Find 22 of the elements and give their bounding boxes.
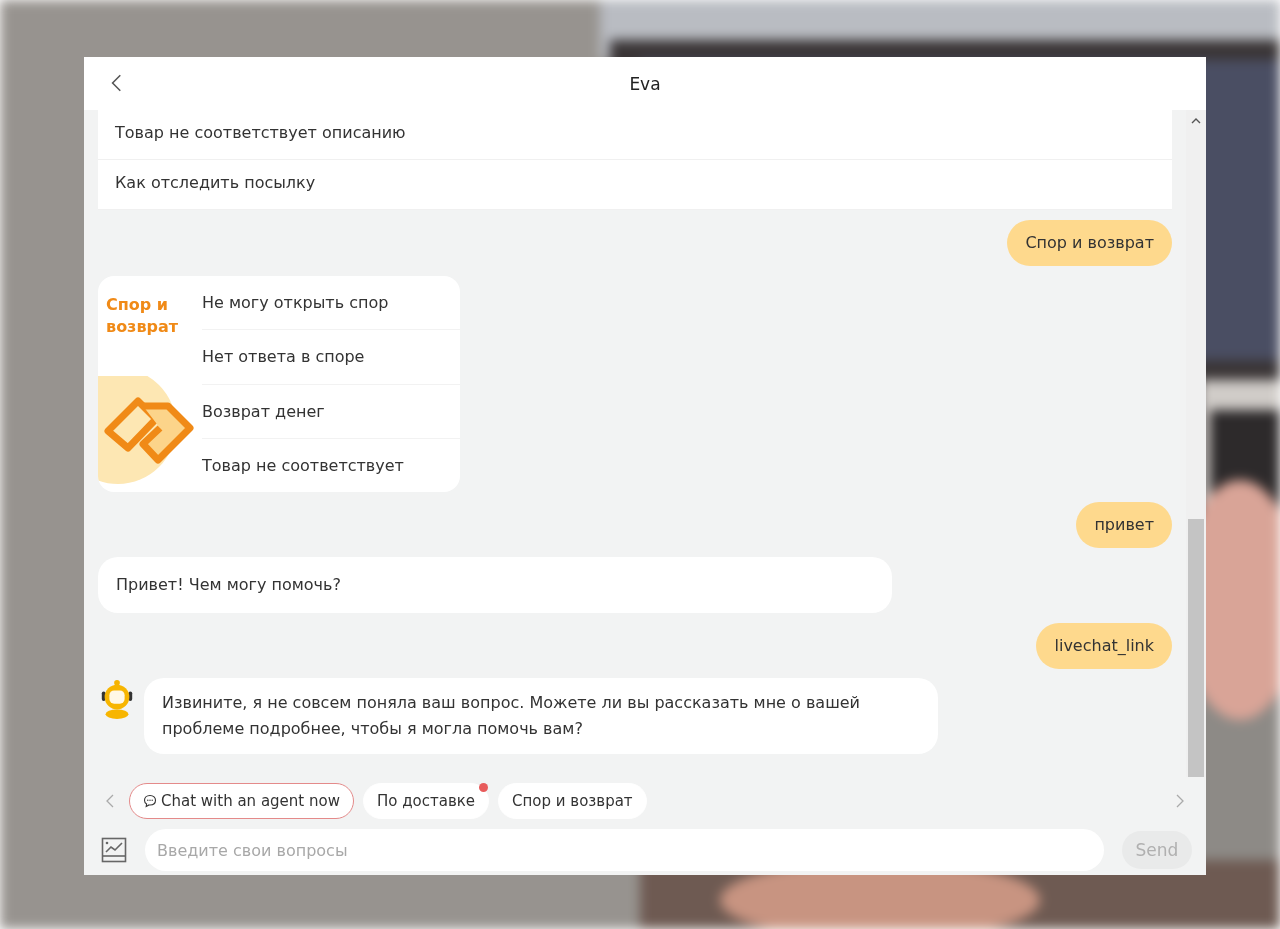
window-title: Eva: [629, 73, 661, 94]
card-title: Спор и возврат: [106, 294, 180, 338]
scroll-up-icon[interactable]: [1191, 118, 1201, 124]
message-input[interactable]: Введите свои вопросы: [145, 829, 1104, 871]
quick-reply-chip[interactable]: По доставке: [362, 783, 490, 819]
card-option[interactable]: Нет ответа в споре: [202, 330, 460, 385]
user-message: Спор и возврат: [1007, 220, 1172, 266]
scrollbar-thumb[interactable]: [1188, 519, 1204, 777]
card-option[interactable]: Товар не соответствует: [202, 438, 460, 492]
chat-bubble-icon: [143, 794, 157, 808]
bot-message: Привет! Чем могу помочь?: [98, 557, 892, 613]
option-item[interactable]: Товар не соответствует описанию: [98, 110, 1172, 160]
quick-reply-chip[interactable]: Chat with an agent now: [129, 783, 354, 819]
quick-reply-chip[interactable]: Спор и возврат: [498, 783, 647, 819]
card-option[interactable]: Возврат денег: [202, 384, 460, 439]
bot-message: Извините, я не совсем поняла ваш вопрос. Можете ли вы рассказать мне о вашей проблеме подробнее, чтобы я могла помочь вам?: [144, 678, 938, 754]
card-option[interactable]: Не могу открыть спор: [202, 276, 460, 331]
user-message: привет: [1076, 502, 1172, 548]
option-item[interactable]: Как отследить посылку: [98, 160, 1172, 210]
user-message: livechat_link: [1036, 623, 1172, 669]
back-icon[interactable]: [110, 73, 122, 93]
image-icon[interactable]: [101, 837, 127, 863]
